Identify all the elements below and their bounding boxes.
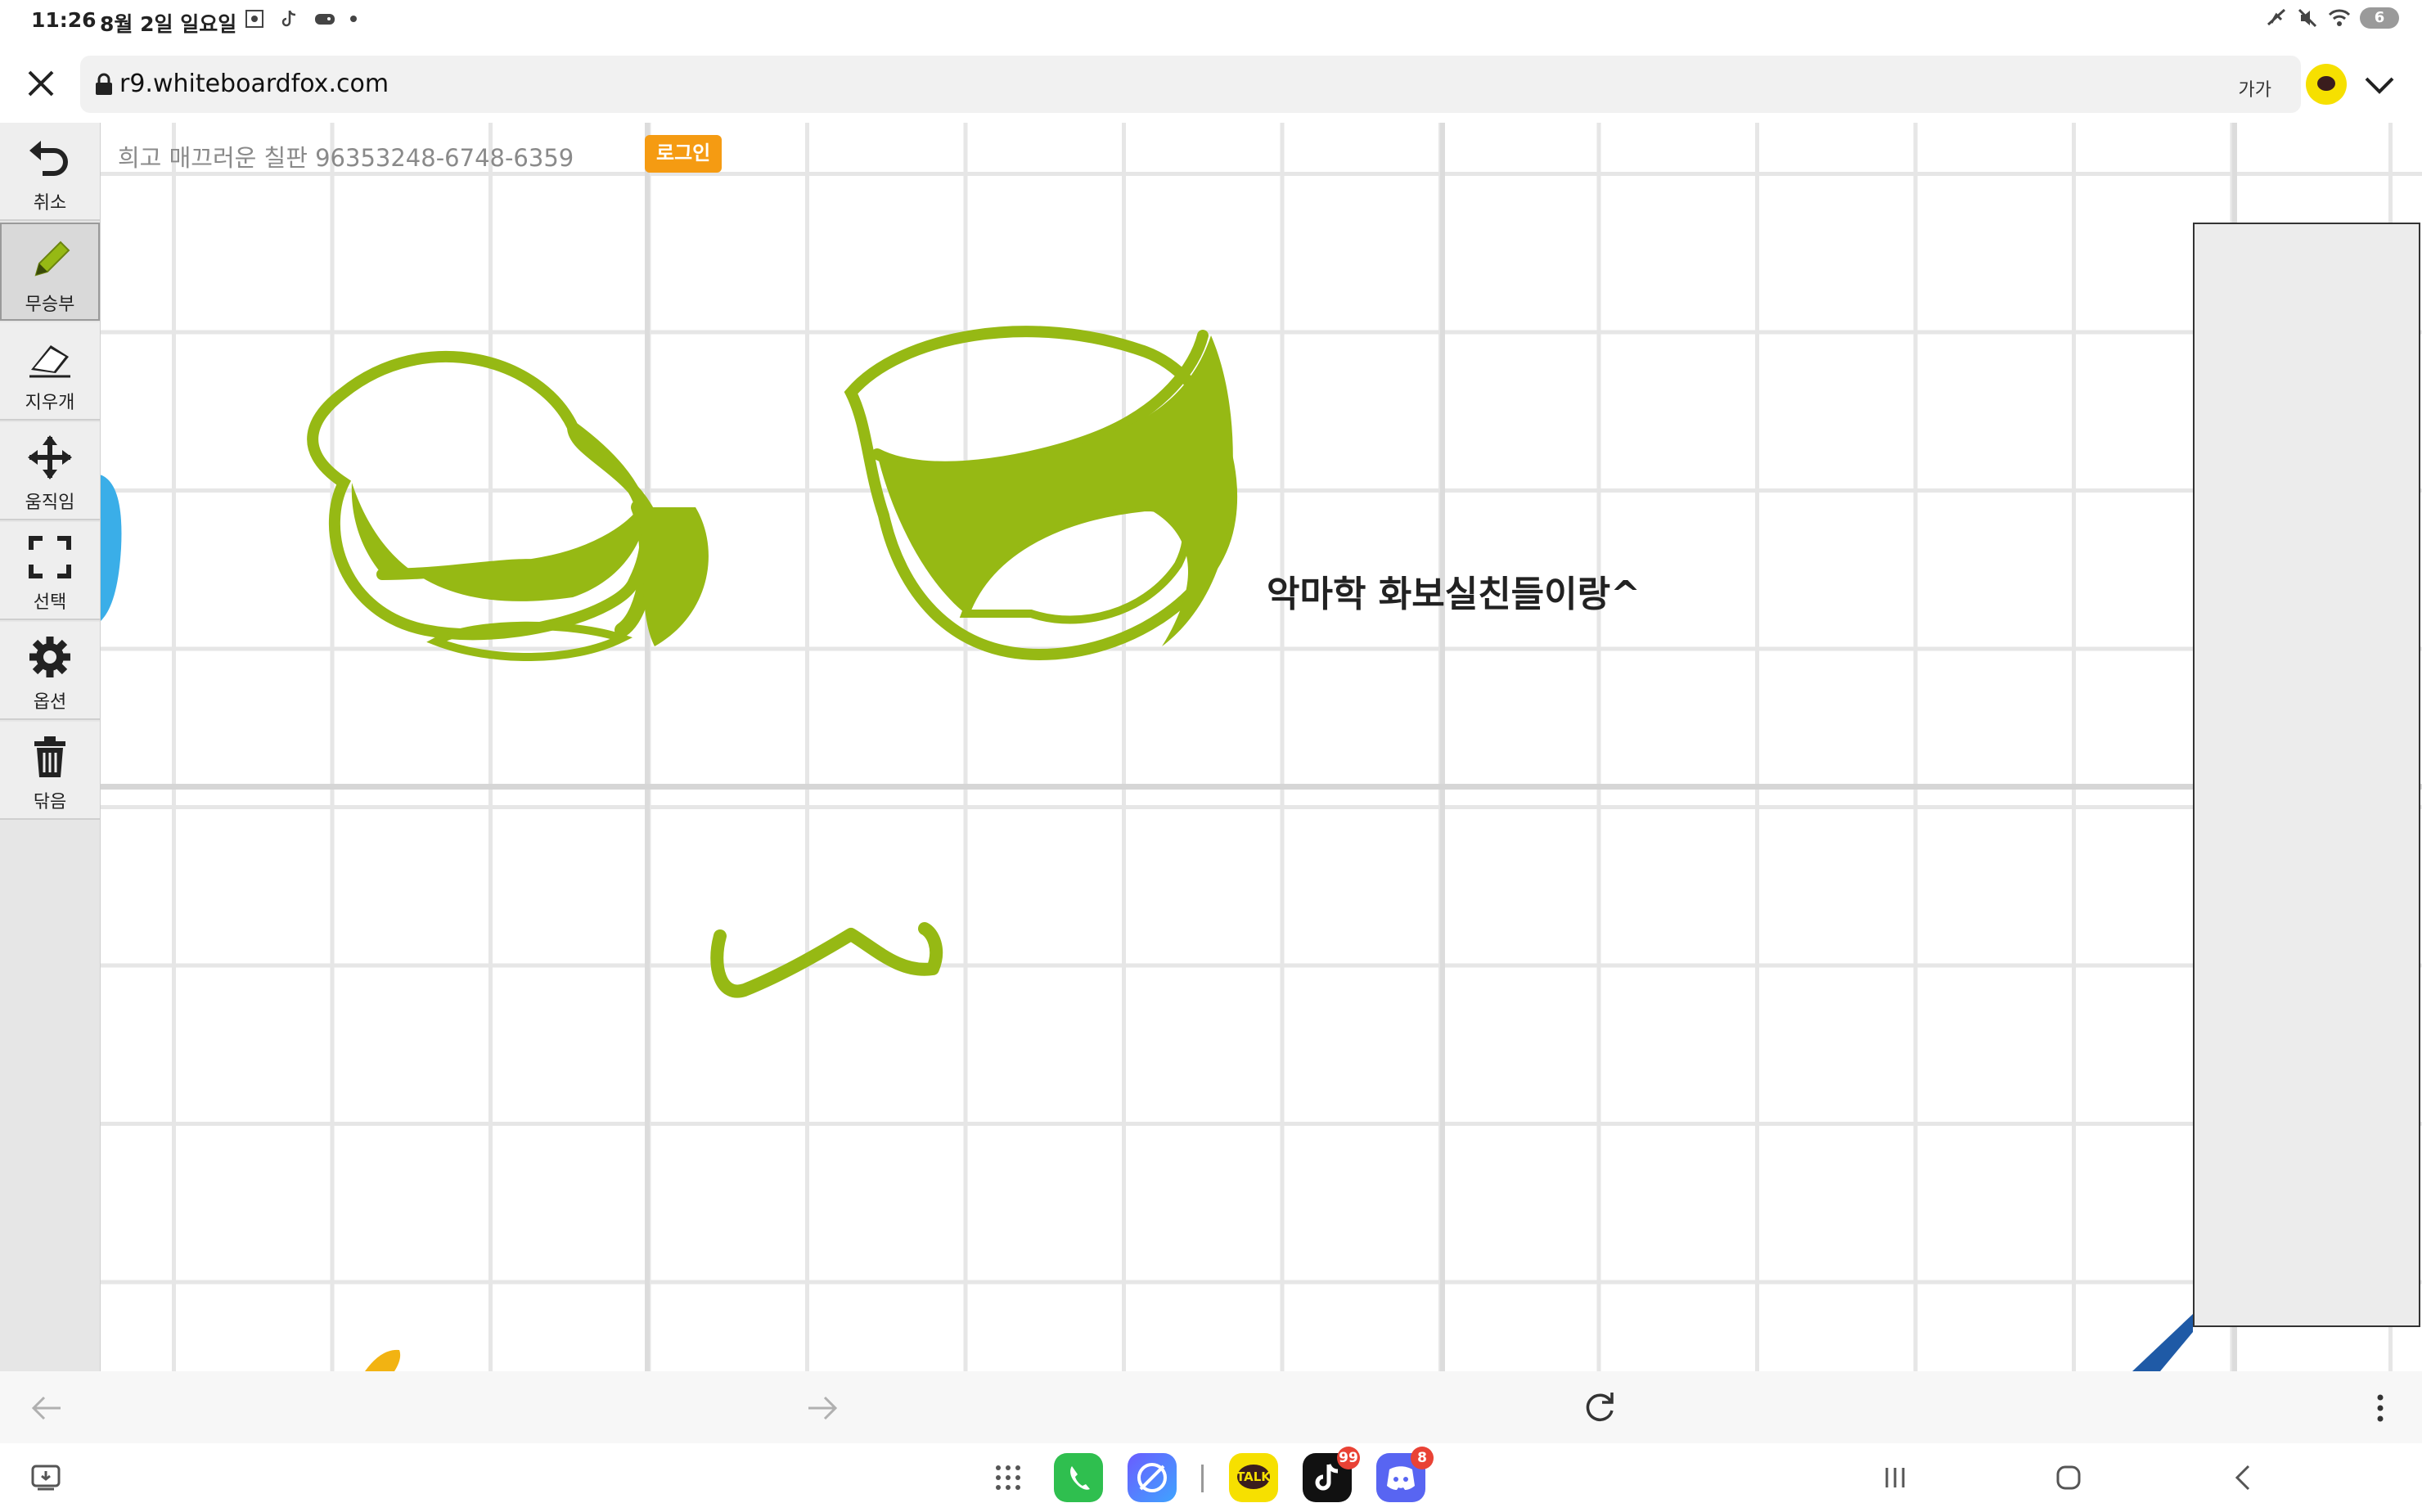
kakaotalk-app-icon[interactable]: TALK	[1229, 1453, 1278, 1502]
login-button[interactable]: 로그인	[645, 135, 723, 173]
pencil-icon	[34, 241, 70, 277]
handwritten-text: 악마학 화보실친들이랑^	[1267, 574, 1641, 615]
blue-stroke-fragment	[2132, 1314, 2193, 1371]
drawing-layer	[100, 123, 2422, 1371]
lock-icon	[96, 73, 112, 95]
eraser-tool-button[interactable]: 지우개	[0, 322, 100, 421]
forward-arrow-icon[interactable]	[804, 1389, 841, 1427]
tool-label: 닦음	[33, 792, 67, 812]
status-bar: 11:26 8월 2일 일요일 6	[0, 0, 2422, 46]
phone-icon	[1070, 1466, 1090, 1490]
wifi-icon	[2328, 9, 2351, 26]
gear-icon	[29, 637, 70, 677]
board-id-label: 희고 매끄러운 칠판 96353248-6748-6359	[118, 144, 574, 172]
major-grid-line	[1440, 123, 1445, 1371]
no-sound-icon	[2267, 8, 2286, 26]
tool-label: 선택	[33, 592, 67, 613]
mouth-drawing	[710, 922, 943, 998]
system-icons: 6	[2265, 7, 2399, 29]
system-navigation-bar: TALK 99 8	[0, 1443, 2422, 1512]
url-text: r9.whiteboardfox.com	[119, 70, 389, 98]
tool-label: 옵션	[33, 692, 67, 713]
select-tool-button[interactable]: 선택	[0, 522, 100, 620]
chevron-down-icon[interactable]	[2360, 67, 2399, 103]
reload-icon[interactable]	[1581, 1389, 1618, 1427]
tool-label: 지우개	[25, 393, 75, 413]
kakao-talk-icon[interactable]	[2306, 64, 2347, 105]
battery-indicator: 6	[2360, 7, 2399, 29]
undo-tool-button[interactable]: 취소	[0, 123, 100, 221]
move-icon	[28, 435, 72, 479]
tiktok-app-icon[interactable]: 99	[1303, 1447, 1360, 1502]
left-eye-drawing	[307, 351, 655, 661]
tool-label: 무승부	[25, 295, 75, 315]
dock-divider	[1201, 1465, 1204, 1492]
recent-apps-icon[interactable]	[1879, 1461, 1911, 1494]
kakaotalk-label: TALK	[1236, 1469, 1271, 1484]
status-time: 11:26	[31, 8, 97, 32]
tool-label: 취소	[33, 193, 67, 214]
eraser-icon	[29, 345, 70, 378]
game-icon	[314, 14, 335, 25]
more-options-icon[interactable]	[2361, 1389, 2399, 1427]
screenshot-icon	[245, 10, 263, 28]
options-tool-button[interactable]: 옵션	[0, 622, 100, 720]
orange-stroke-fragment	[365, 1349, 401, 1371]
undo-icon	[29, 141, 68, 176]
back-icon[interactable]	[2227, 1461, 2260, 1494]
tool-label: 움직임	[25, 493, 75, 513]
status-date: 8월 2일 일요일	[100, 12, 237, 36]
select-icon	[29, 536, 71, 578]
dot-icon	[350, 16, 358, 22]
text-size-button[interactable]: 가가	[2239, 75, 2271, 101]
app-drawer-icon[interactable]	[992, 1461, 1024, 1494]
pencil-tool-button[interactable]: 무승부	[0, 223, 100, 321]
internet-app-icon[interactable]	[1128, 1453, 1177, 1502]
back-arrow-icon[interactable]	[28, 1389, 65, 1427]
tool-sidebar: 취소 무승부 지우개 움직임 선택 옵션 닦음	[0, 123, 101, 1371]
browser-icon	[1137, 1463, 1167, 1492]
discord-app-icon[interactable]: 8	[1376, 1447, 1434, 1502]
close-icon[interactable]	[23, 65, 59, 101]
major-grid-line	[100, 784, 2422, 790]
address-bar[interactable]: r9.whiteboardfox.com 가가	[80, 56, 2301, 113]
side-panel	[2193, 223, 2420, 1327]
mute-icon	[2298, 8, 2317, 28]
notification-badge: 99	[1337, 1447, 1360, 1469]
browser-toolbar	[0, 1371, 2422, 1443]
left-eye-shade-right	[638, 507, 709, 646]
left-eye-shade	[351, 483, 646, 601]
notification-badge: 8	[1411, 1447, 1434, 1469]
browser-address-row: r9.whiteboardfox.com 가가	[0, 47, 2422, 121]
whiteboard-canvas[interactable]: 희고 매끄러운 칠판 96353248-6748-6359 로그인 악마학 화보…	[0, 123, 2422, 1371]
phone-app-icon[interactable]	[1054, 1453, 1103, 1502]
move-tool-button[interactable]: 움직임	[0, 422, 100, 520]
tiktok-icon	[282, 10, 296, 27]
recent-tasks-screen-icon[interactable]	[29, 1461, 62, 1494]
trash-icon	[34, 736, 65, 777]
home-icon[interactable]	[2052, 1461, 2085, 1494]
blue-stroke-fragment	[100, 475, 122, 622]
clear-tool-button[interactable]: 닦음	[0, 722, 100, 820]
notification-icons	[244, 8, 358, 34]
major-grid-line	[645, 123, 650, 1371]
